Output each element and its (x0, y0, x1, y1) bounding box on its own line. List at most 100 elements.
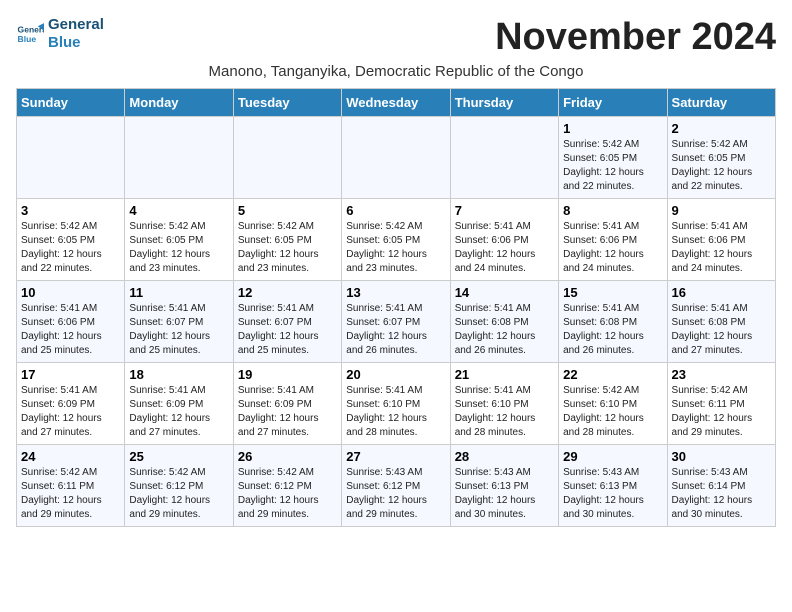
day-info: Sunrise: 5:42 AM Sunset: 6:11 PM Dayligh… (21, 466, 120, 522)
calendar-day-cell: 4 Sunrise: 5:42 AM Sunset: 6:05 PM Daylig… (125, 199, 233, 281)
day-info: Sunrise: 5:42 AM Sunset: 6:05 PM Dayligh… (672, 138, 771, 194)
weekday-header-cell: Sunday (17, 89, 125, 117)
calendar-day-cell: 22Sunrise: 5:42 AM Sunset: 6:10 PM Dayli… (559, 363, 667, 445)
day-info: Sunrise: 5:43 AM Sunset: 6:13 PM Dayligh… (455, 466, 554, 522)
day-info: Sunrise: 5:42 AM Sunset: 6:05 PM Dayligh… (238, 220, 337, 276)
day-number: 7 (455, 203, 554, 218)
day-number: 23 (672, 367, 771, 382)
day-number: 22 (563, 367, 662, 382)
day-info: Sunrise: 5:43 AM Sunset: 6:14 PM Dayligh… (672, 466, 771, 522)
calendar-table: SundayMondayTuesdayWednesdayThursdayFrid… (16, 88, 776, 527)
calendar-week-row: 24 Sunrise: 5:42 AM Sunset: 6:11 PM Dayli… (17, 445, 776, 527)
day-number: 3 (21, 203, 120, 218)
day-number: 8 (563, 203, 662, 218)
calendar-week-row: 17 Sunrise: 5:41 AM Sunset: 6:09 PM Dayli… (17, 363, 776, 445)
calendar-day-cell: 27Sunrise: 5:43 AM Sunset: 6:12 PM Dayli… (342, 445, 450, 527)
calendar-day-cell: 1 Sunrise: 5:42 AM Sunset: 6:05 PM Daylig… (559, 117, 667, 199)
day-info: Sunrise: 5:41 AM Sunset: 6:06 PM Dayligh… (672, 220, 771, 276)
logo: General Blue General Blue (16, 16, 104, 52)
day-number: 6 (346, 203, 445, 218)
day-number: 2 (672, 121, 771, 136)
day-number: 27 (346, 449, 445, 464)
calendar-day-cell: 23 Sunrise: 5:42 AM Sunset: 6:11 PM Dayli… (667, 363, 775, 445)
day-info: Sunrise: 5:41 AM Sunset: 6:07 PM Dayligh… (346, 302, 445, 358)
logo-line2: Blue (48, 34, 104, 52)
calendar-day-cell: 8 Sunrise: 5:41 AM Sunset: 6:06 PM Daylig… (559, 199, 667, 281)
day-number: 30 (672, 449, 771, 464)
svg-text:Blue: Blue (18, 34, 37, 44)
calendar-day-cell: 21 Sunrise: 5:41 AM Sunset: 6:10 PM Dayli… (450, 363, 558, 445)
logo-icon: General Blue (16, 20, 44, 48)
calendar-day-cell: 28 Sunrise: 5:43 AM Sunset: 6:13 PM Dayli… (450, 445, 558, 527)
calendar-day-cell: 18 Sunrise: 5:41 AM Sunset: 6:09 PM Dayli… (125, 363, 233, 445)
calendar-day-cell: 5 Sunrise: 5:42 AM Sunset: 6:05 PM Daylig… (233, 199, 341, 281)
day-info: Sunrise: 5:42 AM Sunset: 6:12 PM Dayligh… (129, 466, 228, 522)
weekday-header-cell: Friday (559, 89, 667, 117)
day-info: Sunrise: 5:42 AM Sunset: 6:05 PM Dayligh… (563, 138, 662, 194)
day-info: Sunrise: 5:41 AM Sunset: 6:08 PM Dayligh… (563, 302, 662, 358)
calendar-day-cell: 6Sunrise: 5:42 AM Sunset: 6:05 PM Daylig… (342, 199, 450, 281)
calendar-day-cell: 16 Sunrise: 5:41 AM Sunset: 6:08 PM Dayli… (667, 281, 775, 363)
day-number: 18 (129, 367, 228, 382)
calendar-day-cell: 20Sunrise: 5:41 AM Sunset: 6:10 PM Dayli… (342, 363, 450, 445)
day-number: 1 (563, 121, 662, 136)
calendar-day-cell: 24 Sunrise: 5:42 AM Sunset: 6:11 PM Dayli… (17, 445, 125, 527)
day-number: 9 (672, 203, 771, 218)
page-header: General Blue General Blue November 2024 (16, 16, 776, 59)
day-number: 15 (563, 285, 662, 300)
day-info: Sunrise: 5:41 AM Sunset: 6:08 PM Dayligh… (455, 302, 554, 358)
day-number: 21 (455, 367, 554, 382)
day-info: Sunrise: 5:41 AM Sunset: 6:09 PM Dayligh… (238, 384, 337, 440)
day-number: 10 (21, 285, 120, 300)
calendar-day-cell: 25 Sunrise: 5:42 AM Sunset: 6:12 PM Dayli… (125, 445, 233, 527)
calendar-day-cell: 11 Sunrise: 5:41 AM Sunset: 6:07 PM Dayli… (125, 281, 233, 363)
day-number: 29 (563, 449, 662, 464)
day-info: Sunrise: 5:42 AM Sunset: 6:05 PM Dayligh… (129, 220, 228, 276)
calendar-day-cell (342, 117, 450, 199)
weekday-header-cell: Tuesday (233, 89, 341, 117)
calendar-day-cell: 19 Sunrise: 5:41 AM Sunset: 6:09 PM Dayli… (233, 363, 341, 445)
calendar-day-cell: 29 Sunrise: 5:43 AM Sunset: 6:13 PM Dayli… (559, 445, 667, 527)
day-number: 17 (21, 367, 120, 382)
day-number: 28 (455, 449, 554, 464)
day-info: Sunrise: 5:41 AM Sunset: 6:10 PM Dayligh… (455, 384, 554, 440)
calendar-day-cell: 3 Sunrise: 5:42 AM Sunset: 6:05 PM Daylig… (17, 199, 125, 281)
day-info: Sunrise: 5:42 AM Sunset: 6:05 PM Dayligh… (21, 220, 120, 276)
calendar-day-cell: 13 Sunrise: 5:41 AM Sunset: 6:07 PM Dayli… (342, 281, 450, 363)
day-number: 13 (346, 285, 445, 300)
day-number: 12 (238, 285, 337, 300)
day-number: 20 (346, 367, 445, 382)
day-number: 5 (238, 203, 337, 218)
calendar-day-cell (450, 117, 558, 199)
calendar-week-row: 10 Sunrise: 5:41 AM Sunset: 6:06 PM Dayli… (17, 281, 776, 363)
day-info: Sunrise: 5:41 AM Sunset: 6:06 PM Dayligh… (563, 220, 662, 276)
day-number: 4 (129, 203, 228, 218)
day-number: 19 (238, 367, 337, 382)
calendar-day-cell: 14Sunrise: 5:41 AM Sunset: 6:08 PM Dayli… (450, 281, 558, 363)
weekday-header-cell: Saturday (667, 89, 775, 117)
day-info: Sunrise: 5:41 AM Sunset: 6:08 PM Dayligh… (672, 302, 771, 358)
month-title: November 2024 (495, 16, 776, 59)
calendar-day-cell: 9 Sunrise: 5:41 AM Sunset: 6:06 PM Daylig… (667, 199, 775, 281)
day-info: Sunrise: 5:42 AM Sunset: 6:11 PM Dayligh… (672, 384, 771, 440)
day-number: 24 (21, 449, 120, 464)
calendar-day-cell (17, 117, 125, 199)
day-info: Sunrise: 5:41 AM Sunset: 6:07 PM Dayligh… (129, 302, 228, 358)
calendar-week-row: 1 Sunrise: 5:42 AM Sunset: 6:05 PM Daylig… (17, 117, 776, 199)
day-info: Sunrise: 5:41 AM Sunset: 6:07 PM Dayligh… (238, 302, 337, 358)
calendar-day-cell: 17Sunrise: 5:41 AM Sunset: 6:09 PM Dayli… (17, 363, 125, 445)
calendar-day-cell: 12 Sunrise: 5:41 AM Sunset: 6:07 PM Dayli… (233, 281, 341, 363)
calendar-day-cell: 30 Sunrise: 5:43 AM Sunset: 6:14 PM Dayli… (667, 445, 775, 527)
calendar-day-cell: 15 Sunrise: 5:41 AM Sunset: 6:08 PM Dayli… (559, 281, 667, 363)
weekday-header-row: SundayMondayTuesdayWednesdayThursdayFrid… (17, 89, 776, 117)
day-info: Sunrise: 5:43 AM Sunset: 6:13 PM Dayligh… (563, 466, 662, 522)
day-number: 25 (129, 449, 228, 464)
day-number: 16 (672, 285, 771, 300)
weekday-header-cell: Monday (125, 89, 233, 117)
calendar-day-cell (125, 117, 233, 199)
logo-line1: General (48, 16, 104, 34)
day-number: 11 (129, 285, 228, 300)
day-info: Sunrise: 5:41 AM Sunset: 6:09 PM Dayligh… (129, 384, 228, 440)
day-number: 26 (238, 449, 337, 464)
day-info: Sunrise: 5:41 AM Sunset: 6:06 PM Dayligh… (21, 302, 120, 358)
